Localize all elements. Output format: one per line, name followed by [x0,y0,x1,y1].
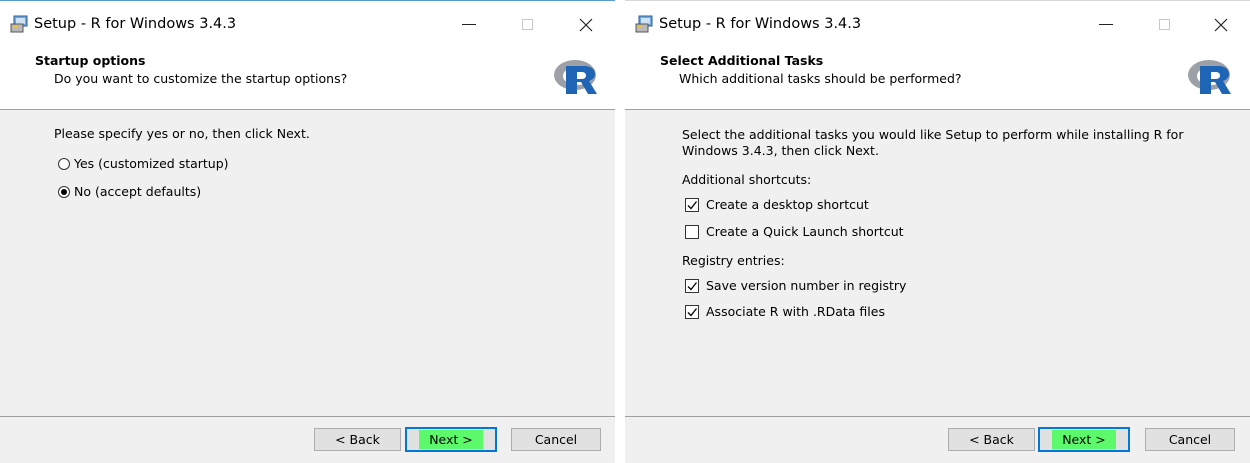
setup-app-icon [10,15,28,33]
title-bar[interactable]: Setup - R for Windows 3.4.3 [0,1,615,47]
radio-button-selected-icon[interactable] [58,185,70,198]
radio-no-defaults[interactable]: No (accept defaults) [58,184,201,199]
back-button[interactable]: < Back [948,428,1035,451]
setup-window-startup-options: Setup - R for Windows 3.4.3 Startup opti… [0,0,615,463]
instruction-text-line2: Windows 3.4.3, then click Next. [682,143,879,158]
radio-button-icon[interactable] [58,157,70,170]
r-logo-icon [554,60,597,94]
minimize-icon[interactable] [1096,15,1116,35]
page-subtitle: Which additional tasks should be perform… [679,71,962,86]
wizard-footer: < Back Next > Cancel [625,416,1250,463]
radio-yes-customized[interactable]: Yes (customized startup) [58,156,229,171]
wizard-footer: < Back Next > Cancel [0,416,615,463]
checkbox-save-version[interactable]: Save version number in registry [685,278,906,293]
checkbox-checked-icon[interactable] [685,278,699,293]
section-label-shortcuts: Additional shortcuts: [682,172,812,187]
next-button[interactable]: Next > [1038,427,1130,452]
page-subtitle: Do you want to customize the startup opt… [54,71,348,86]
radio-label: Yes (customized startup) [74,156,229,171]
checkbox-quick-launch-shortcut[interactable]: Create a Quick Launch shortcut [685,224,904,239]
section-label-registry: Registry entries: [682,253,785,268]
wizard-header: Select Additional Tasks Which additional… [625,47,1250,110]
maximize-icon[interactable] [1155,15,1175,35]
checkbox-label: Create a desktop shortcut [706,197,869,212]
setup-window-additional-tasks: Setup - R for Windows 3.4.3 Select Addit… [625,0,1250,463]
checkbox-checked-icon[interactable] [685,197,699,212]
checkbox-unchecked-icon[interactable] [685,224,699,239]
checkbox-label: Associate R with .RData files [706,304,885,319]
window-title: Setup - R for Windows 3.4.3 [659,16,862,32]
r-logo-icon [1188,60,1231,94]
close-icon[interactable] [1211,15,1231,35]
close-icon[interactable] [576,15,596,35]
checkbox-associate-rdata[interactable]: Associate R with .RData files [685,304,885,319]
cancel-button[interactable]: Cancel [1145,428,1235,451]
minimize-icon[interactable] [459,15,479,35]
setup-app-icon [635,15,653,33]
next-button[interactable]: Next > [405,427,497,452]
instruction-text: Please specify yes or no, then click Nex… [54,126,310,141]
window-title: Setup - R for Windows 3.4.3 [34,16,237,32]
checkbox-label: Save version number in registry [706,278,907,293]
radio-label: No (accept defaults) [74,184,202,199]
title-bar[interactable]: Setup - R for Windows 3.4.3 [625,1,1250,47]
checkbox-checked-icon[interactable] [685,304,699,319]
page-title: Select Additional Tasks [660,53,824,68]
checkbox-label: Create a Quick Launch shortcut [706,224,904,239]
next-button-label: Next > [1052,430,1116,449]
wizard-body: Select the additional tasks you would li… [625,110,1250,417]
maximize-icon[interactable] [518,15,538,35]
cancel-button[interactable]: Cancel [511,428,601,451]
next-button-label: Next > [419,430,483,449]
wizard-header: Startup options Do you want to customize… [0,47,615,110]
wizard-body: Please specify yes or no, then click Nex… [0,110,615,417]
page-title: Startup options [35,53,146,68]
instruction-text-line1: Select the additional tasks you would li… [682,127,1184,142]
back-button[interactable]: < Back [314,428,401,451]
checkbox-desktop-shortcut[interactable]: Create a desktop shortcut [685,197,869,212]
